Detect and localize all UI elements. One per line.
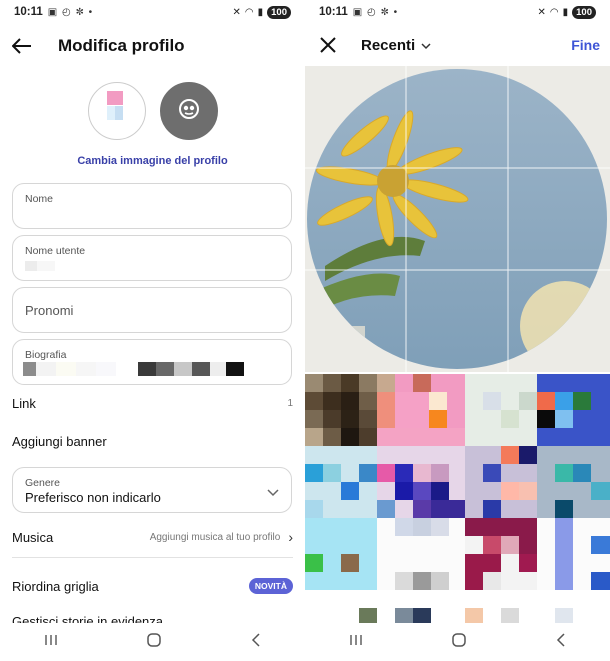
status-time: 10:11 (14, 6, 43, 18)
edit-profile-screen: 10:11 ▣ ◴ ✼ • ✕ ◠ ▮ 100 Modifica profilo (0, 0, 305, 661)
face-icon (177, 97, 201, 126)
name-label: Nome (25, 193, 54, 205)
gender-label: Genere (25, 477, 61, 489)
avatar-face-option[interactable] (159, 82, 218, 140)
reorder-grid-row[interactable]: Riordina griglia NOVITÀ (12, 578, 293, 594)
status-bar: 10:11 ▣ ◴ ✼ • ✕ ◠ ▮ 100 (0, 0, 305, 24)
crop-preview-image (305, 66, 610, 372)
change-photo-link[interactable]: Cambia immagine del profilo (0, 155, 305, 167)
chevron-right-icon: › (288, 529, 293, 545)
picker-header: Recenti Fine (305, 28, 610, 62)
avatar-row (0, 82, 305, 140)
status-notification-icons: ▣ ◴ ✼ • (47, 6, 94, 18)
link-count: 1 (287, 398, 293, 409)
divider (12, 557, 293, 558)
photo-picker-screen: 10:11 ▣ ◴ ✼ • ✕ ◠ ▮ 100 Recenti Fine (305, 0, 610, 661)
status-right: ✕ ◠ ▮ 100 (232, 5, 291, 19)
system-nav-bar-right (305, 623, 610, 661)
add-banner-row[interactable]: Aggiungi banner (12, 434, 293, 449)
battery-indicator-right: 100 (572, 5, 596, 19)
profile-photo-avatar[interactable] (87, 82, 146, 140)
signal-icon: ▮ (257, 6, 264, 18)
status-right-icons: ✕ ◠ ▮ 100 (537, 5, 596, 19)
recent-apps-icon[interactable] (44, 633, 58, 651)
pronouns-field[interactable]: Pronomi (12, 287, 292, 333)
home-icon[interactable] (451, 632, 467, 653)
link-row[interactable]: Link 1 (12, 396, 293, 411)
gender-select[interactable]: Genere Preferisco non indicarlo (12, 467, 292, 513)
chevron-down-icon (421, 37, 431, 54)
done-button[interactable]: Fine (571, 37, 600, 53)
mute-icon: ✕ (232, 6, 241, 18)
username-label: Nome utente (25, 245, 86, 257)
gallery-grid[interactable] (305, 374, 610, 624)
wifi-icon: ◠ (244, 6, 254, 18)
bio-label: Biografia (25, 349, 67, 361)
chevron-down-icon (267, 484, 279, 502)
reorder-grid-label: Riordina griglia (12, 578, 99, 594)
back-icon[interactable] (556, 632, 566, 652)
system-nav-bar (0, 623, 305, 661)
add-banner-label: Aggiungi banner (12, 434, 107, 449)
battery-indicator: 100 (267, 5, 291, 19)
crop-area[interactable] (305, 66, 610, 372)
status-time-right: 10:11 (319, 6, 348, 18)
close-icon[interactable] (317, 34, 339, 56)
page-title: Modifica profilo (58, 36, 185, 55)
mute-icon-right: ✕ (537, 6, 546, 18)
new-badge: NOVITÀ (248, 578, 293, 594)
pronouns-placeholder: Pronomi (25, 303, 74, 318)
status-notification-icons-right: ▣ ◴ ✼ • (352, 6, 399, 18)
bio-value-redacted (23, 362, 244, 376)
home-icon[interactable] (146, 632, 162, 653)
gender-value: Preferisco non indicarlo (25, 490, 161, 505)
arrow-left-icon[interactable] (10, 34, 34, 58)
bio-field[interactable]: Biografia (12, 339, 292, 385)
music-row[interactable]: Musica Aggiungi musica al tuo profilo › (12, 529, 293, 545)
username-value-redacted (25, 261, 55, 271)
signal-icon-right: ▮ (562, 6, 569, 18)
name-field[interactable]: Nome (12, 183, 292, 229)
recent-apps-icon[interactable] (349, 633, 363, 651)
back-icon[interactable] (251, 632, 261, 652)
gallery-thumbnails-redacted (305, 374, 610, 624)
album-selector[interactable]: Recenti (361, 37, 431, 54)
music-hint: Aggiungi musica al tuo profilo (149, 531, 281, 543)
status-bar-right: 10:11 ▣ ◴ ✼ • ✕ ◠ ▮ 100 (305, 0, 610, 24)
music-label: Musica (12, 529, 54, 545)
link-label: Link (12, 396, 36, 411)
wifi-icon-right: ◠ (549, 6, 559, 18)
username-field[interactable]: Nome utente (12, 235, 292, 281)
album-title: Recenti (361, 36, 416, 54)
header: Modifica profilo (0, 28, 305, 64)
